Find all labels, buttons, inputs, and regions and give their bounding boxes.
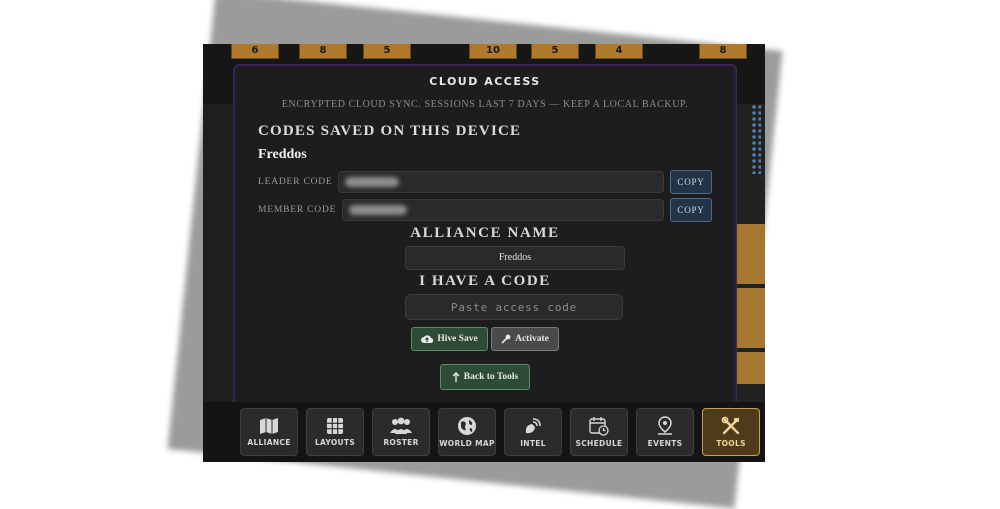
back-to-tools-label: Back to Tools: [463, 372, 519, 382]
arrow-up-icon: [452, 371, 460, 383]
tab-label: ALLIANCE: [247, 438, 291, 447]
tab-label: ROSTER: [383, 438, 419, 447]
hive-save-button[interactable]: Hive Save: [411, 327, 488, 351]
copy-leader-code-button[interactable]: COPY: [670, 170, 712, 194]
redacted-code: [349, 205, 407, 215]
tab-tools[interactable]: TOOLS: [702, 408, 760, 456]
tab-label: EVENTS: [647, 439, 683, 448]
alliance-name-heading: ALLIANCE NAME: [410, 225, 560, 241]
location-pin-icon: [656, 416, 674, 436]
board-tile: 10: [469, 44, 517, 59]
board-tile: 5: [531, 44, 579, 59]
device-name: Freddos: [258, 147, 307, 162]
leader-code-field[interactable]: [338, 171, 664, 193]
board-tile: 4: [595, 44, 643, 59]
cloud-upload-icon: [421, 334, 434, 344]
map-icon: [259, 417, 279, 435]
have-code-heading: I HAVE A CODE: [419, 273, 551, 289]
tab-events[interactable]: EVENTS: [636, 408, 694, 456]
member-code-field[interactable]: [342, 199, 664, 221]
tab-layouts[interactable]: LAYOUTS: [306, 408, 364, 456]
tab-schedule[interactable]: SCHEDULE: [570, 408, 628, 456]
tab-label: LAYOUTS: [314, 438, 356, 447]
modal-title: CLOUD ACCESS: [429, 75, 541, 88]
tab-label: INTEL: [520, 439, 546, 448]
board-tile: 8: [699, 44, 747, 59]
tab-intel[interactable]: INTEL: [504, 408, 562, 456]
tab-world-map[interactable]: WORLD MAP: [438, 408, 496, 456]
copy-member-code-button[interactable]: COPY: [670, 198, 712, 222]
tab-alliance[interactable]: ALLIANCE: [240, 408, 298, 456]
grid-icon: [326, 417, 344, 435]
redacted-code: [345, 177, 399, 187]
modal-subtitle: ENCRYPTED CLOUD SYNC. SESSIONS LAST 7 DA…: [281, 99, 689, 110]
alliance-name-field[interactable]: Freddos: [405, 246, 625, 270]
tab-label: WORLD MAP: [439, 439, 495, 448]
key-icon: [501, 334, 511, 344]
satellite-icon: [523, 416, 543, 436]
app-window: 6 8 5 10 5 4 8 CLOUD ACCESS ENCRYPTED CL…: [203, 44, 765, 462]
activate-label: Activate: [515, 334, 549, 344]
board-top-row: 6 8 5 10 5 4 8: [203, 44, 765, 66]
board-tile: 8: [299, 44, 347, 59]
calendar-icon: [589, 416, 609, 436]
codes-section-heading: CODES SAVED ON THIS DEVICE: [258, 123, 522, 139]
activate-button[interactable]: Activate: [491, 327, 559, 351]
tab-label: SCHEDULE: [575, 439, 623, 448]
back-to-tools-button[interactable]: Back to Tools: [440, 364, 530, 390]
cloud-access-modal: CLOUD ACCESS ENCRYPTED CLOUD SYNC. SESSI…: [233, 64, 737, 406]
globe-icon: [457, 416, 477, 436]
tools-icon: [721, 416, 741, 436]
access-code-input[interactable]: Paste access code: [405, 294, 623, 320]
board-tile: 6: [231, 44, 279, 59]
bottom-tab-bar: ALLIANCE LAYOUTS ROSTER WORLD MAP INTEL …: [203, 402, 765, 462]
users-icon: [389, 417, 413, 435]
tab-roster[interactable]: ROSTER: [372, 408, 430, 456]
board-tile: 5: [363, 44, 411, 59]
leader-code-label: LEADER CODE: [258, 177, 333, 187]
hive-save-label: Hive Save: [437, 334, 478, 344]
member-code-label: MEMBER CODE: [258, 205, 337, 215]
board-blue-markers: [751, 104, 761, 174]
tab-label: TOOLS: [716, 439, 746, 448]
